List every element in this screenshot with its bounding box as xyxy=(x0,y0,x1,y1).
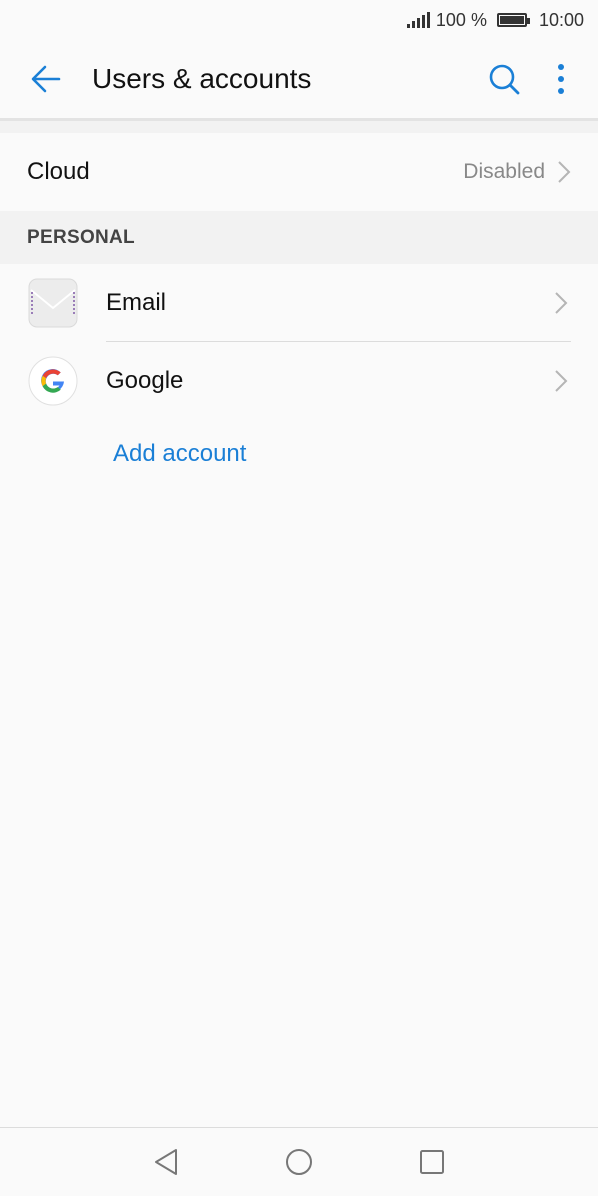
chevron-right-icon xyxy=(555,292,568,314)
screen: 100 % 10:00 Users & accounts Cloud Disab… xyxy=(0,0,598,1196)
email-app-icon xyxy=(27,277,79,329)
cloud-status: Disabled xyxy=(463,160,545,183)
app-bar: Users & accounts xyxy=(0,40,598,121)
account-label: Google xyxy=(106,367,184,394)
home-circle-icon xyxy=(286,1149,312,1175)
back-button[interactable] xyxy=(0,40,92,118)
signal-icon xyxy=(406,12,430,28)
back-arrow-icon xyxy=(31,65,61,93)
battery-percent: 100 % xyxy=(435,9,487,30)
add-account-button[interactable]: Add account xyxy=(113,440,246,468)
clock: 10:00 xyxy=(538,9,584,30)
navigation-bar xyxy=(0,1127,598,1196)
nav-back-button[interactable] xyxy=(100,1128,233,1196)
cloud-row[interactable]: Cloud Disabled xyxy=(0,133,598,211)
search-button[interactable] xyxy=(474,40,534,118)
status-bar: 100 % 10:00 xyxy=(0,0,598,40)
account-row-email[interactable]: Email xyxy=(0,264,598,342)
section-header-personal: PERSONAL xyxy=(0,211,598,264)
account-row-google[interactable]: Google xyxy=(0,342,598,420)
google-g-icon xyxy=(27,355,79,407)
cloud-label: Cloud xyxy=(27,158,90,185)
account-label: Email xyxy=(106,289,167,316)
nav-home-button[interactable] xyxy=(233,1128,366,1196)
more-vert-icon xyxy=(558,64,564,94)
battery-icon xyxy=(496,13,530,27)
more-options-button[interactable] xyxy=(534,40,588,118)
chevron-right-icon xyxy=(558,161,571,183)
back-triangle-icon xyxy=(155,1149,177,1175)
chevron-right-icon xyxy=(555,370,568,392)
nav-recents-button[interactable] xyxy=(366,1128,499,1196)
page-title: Users & accounts xyxy=(92,63,312,94)
recents-square-icon xyxy=(420,1150,444,1174)
spacer xyxy=(0,121,598,133)
search-icon xyxy=(489,64,520,95)
